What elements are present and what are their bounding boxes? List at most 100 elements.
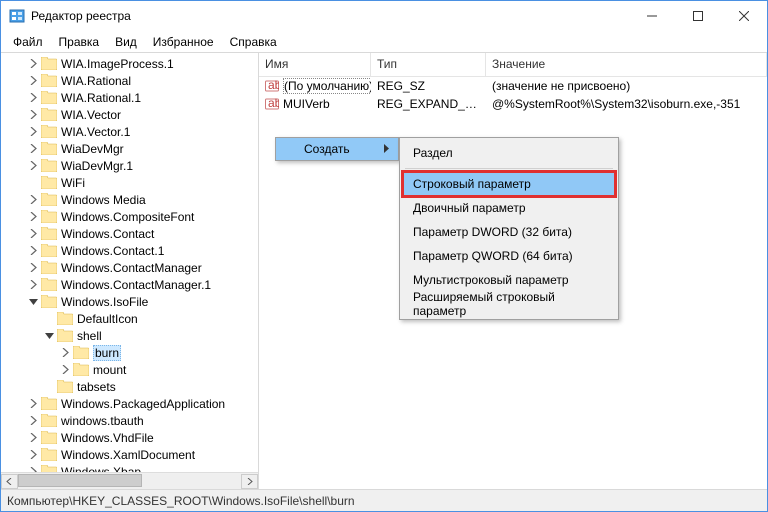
folder-icon: [41, 91, 57, 104]
tree-node[interactable]: Windows.PackagedApplication: [3, 395, 258, 412]
tree-node-label: Windows.CompositeFont: [61, 210, 194, 224]
expand-icon[interactable]: [59, 364, 71, 376]
menu-edit[interactable]: Правка: [51, 33, 108, 51]
col-value[interactable]: Значение: [486, 53, 767, 76]
expand-icon[interactable]: [27, 432, 39, 444]
tree-node[interactable]: Windows.CompositeFont: [3, 208, 258, 225]
tree-hscrollbar[interactable]: [1, 472, 258, 489]
tree-node[interactable]: Windows.VhdFile: [3, 429, 258, 446]
scroll-right-button[interactable]: [241, 474, 258, 489]
expand-icon[interactable]: [27, 211, 39, 223]
expand-icon[interactable]: [27, 160, 39, 172]
ctx-item[interactable]: Мультистроковый параметр: [403, 268, 615, 292]
expand-icon[interactable]: [27, 109, 39, 121]
close-button[interactable]: [721, 1, 767, 31]
registry-tree[interactable]: WIA.ImageProcess.1WIA.RationalWIA.Ration…: [1, 53, 258, 472]
tree-node[interactable]: burn: [3, 344, 258, 361]
tree-node[interactable]: WIA.ImageProcess.1: [3, 55, 258, 72]
folder-icon: [41, 278, 57, 291]
ctx-new-label: Создать: [304, 142, 350, 156]
value-row[interactable]: abMUIVerbREG_EXPAND_SZ@%SystemRoot%\Syst…: [259, 95, 767, 113]
scroll-left-button[interactable]: [1, 474, 18, 489]
expand-icon[interactable]: [27, 449, 39, 461]
folder-icon: [41, 125, 57, 138]
folder-icon: [41, 142, 57, 155]
tree-node[interactable]: WIA.Vector.1: [3, 123, 258, 140]
ctx-item[interactable]: Параметр DWORD (32 бита): [403, 220, 615, 244]
expand-icon[interactable]: [27, 415, 39, 427]
tree-node[interactable]: tabsets: [3, 378, 258, 395]
tree-node[interactable]: shell: [3, 327, 258, 344]
tree-node[interactable]: Windows Media: [3, 191, 258, 208]
tree-node[interactable]: WiaDevMgr.1: [3, 157, 258, 174]
menu-file[interactable]: Файл: [5, 33, 51, 51]
tree-node[interactable]: DefaultIcon: [3, 310, 258, 327]
tree-node[interactable]: Windows.XamlDocument: [3, 446, 258, 463]
tree-node[interactable]: Windows.IsoFile: [3, 293, 258, 310]
folder-icon: [41, 74, 57, 87]
col-type[interactable]: Тип: [371, 53, 486, 76]
value-type: REG_SZ: [371, 79, 486, 93]
collapse-icon[interactable]: [27, 296, 39, 308]
scroll-track[interactable]: [18, 474, 241, 489]
ctx-item[interactable]: Параметр QWORD (64 бита): [403, 244, 615, 268]
menu-favorites[interactable]: Избранное: [145, 33, 222, 51]
ctx-item[interactable]: Строковый параметр: [403, 172, 615, 196]
tree-node[interactable]: Windows.Xbap: [3, 463, 258, 472]
tree-node[interactable]: WIA.Rational: [3, 72, 258, 89]
ctx-item[interactable]: Двоичный параметр: [403, 196, 615, 220]
col-name[interactable]: Имя: [259, 53, 371, 76]
expand-icon[interactable]: [27, 126, 39, 138]
tree-node-label: mount: [93, 363, 126, 377]
value-name: MUIVerb: [283, 97, 330, 111]
menu-view[interactable]: Вид: [107, 33, 145, 51]
expand-icon[interactable]: [27, 75, 39, 87]
expand-icon[interactable]: [27, 143, 39, 155]
tree-spacer: [43, 381, 55, 393]
titlebar[interactable]: Редактор реестра: [1, 1, 767, 31]
ctx-item-label: Мультистроковый параметр: [413, 273, 569, 287]
tree-node[interactable]: Windows.Contact.1: [3, 242, 258, 259]
menu-help[interactable]: Справка: [222, 33, 285, 51]
ctx-item[interactable]: Расширяемый строковый параметр: [403, 292, 615, 316]
ctx-item-label: Двоичный параметр: [413, 201, 526, 215]
expand-icon[interactable]: [27, 279, 39, 291]
statusbar: Компьютер\HKEY_CLASSES_ROOT\Windows.IsoF…: [1, 489, 767, 511]
tree-node[interactable]: Windows.Contact: [3, 225, 258, 242]
tree-node-label: WIA.Vector: [61, 108, 121, 122]
ctx-item-label: Параметр QWORD (64 бита): [413, 249, 573, 263]
regedit-icon: [9, 8, 25, 24]
collapse-icon[interactable]: [43, 330, 55, 342]
expand-icon[interactable]: [27, 398, 39, 410]
tree-node[interactable]: Windows.ContactManager.1: [3, 276, 258, 293]
tree-node[interactable]: mount: [3, 361, 258, 378]
ctx-item[interactable]: Раздел: [403, 141, 615, 165]
tree-spacer: [43, 313, 55, 325]
expand-icon[interactable]: [27, 262, 39, 274]
tree-node-label: Windows.Xbap: [61, 465, 141, 473]
tree-node[interactable]: WIA.Vector: [3, 106, 258, 123]
values-pane: Имя Тип Значение ab(По умолчанию)REG_SZ(…: [259, 53, 767, 489]
tree-node-label: shell: [77, 329, 102, 343]
scroll-thumb[interactable]: [18, 474, 142, 487]
expand-icon[interactable]: [59, 347, 71, 359]
value-row[interactable]: ab(По умолчанию)REG_SZ(значение не присв…: [259, 77, 767, 95]
tree-node[interactable]: WiaDevMgr: [3, 140, 258, 157]
tree-node[interactable]: WiFi: [3, 174, 258, 191]
maximize-button[interactable]: [675, 1, 721, 31]
expand-icon[interactable]: [27, 92, 39, 104]
tree-node-label: WIA.ImageProcess.1: [61, 57, 174, 71]
expand-icon[interactable]: [27, 228, 39, 240]
ctx-new[interactable]: Создать: [276, 138, 398, 160]
folder-icon: [57, 329, 73, 342]
folder-icon: [73, 363, 89, 376]
value-data: (значение не присвоено): [486, 79, 767, 93]
expand-icon[interactable]: [27, 58, 39, 70]
tree-node[interactable]: WIA.Rational.1: [3, 89, 258, 106]
tree-node[interactable]: windows.tbauth: [3, 412, 258, 429]
expand-icon[interactable]: [27, 194, 39, 206]
tree-node[interactable]: Windows.ContactManager: [3, 259, 258, 276]
minimize-button[interactable]: [629, 1, 675, 31]
string-value-icon: ab: [265, 79, 279, 93]
expand-icon[interactable]: [27, 245, 39, 257]
